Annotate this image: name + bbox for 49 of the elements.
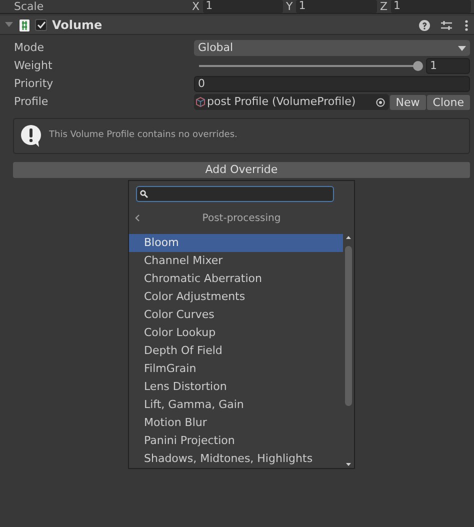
menu-item[interactable]: Color Adjustments — [129, 288, 343, 306]
mode-dropdown[interactable]: Global — [194, 40, 470, 56]
profile-button[interactable]: New — [390, 94, 426, 110]
menu-item[interactable]: Motion Blur — [129, 414, 343, 432]
popup-title: Post-processing — [202, 212, 281, 226]
field-label: Profile — [14, 94, 50, 110]
scrollbar-drawing[interactable] — [343, 234, 354, 468]
slider-thumb[interactable] — [413, 61, 423, 71]
number-field[interactable]: 1 — [426, 58, 470, 74]
menu-item[interactable]: Color Lookup — [129, 324, 343, 342]
object-picker-icon[interactable] — [376, 98, 385, 106]
menu-item[interactable]: Lens Distortion — [129, 378, 343, 396]
field-label: Mode — [14, 40, 45, 56]
object-field[interactable]: post Profile (VolumeProfile) — [194, 94, 389, 110]
help-message: This Volume Profile contains no overrides. — [49, 129, 238, 142]
menu-item[interactable]: Bloom — [129, 234, 343, 252]
field-label: Weight — [14, 58, 54, 74]
help-icon[interactable] — [419, 20, 430, 30]
menu-item[interactable]: Lift, Gamma, Gain — [129, 396, 343, 414]
script-icon — [19, 18, 30, 32]
field-label: Scale — [14, 1, 45, 13]
field-label: Priority — [14, 76, 54, 92]
caret-icon — [458, 46, 466, 50]
warning-icon — [20, 124, 42, 148]
enable-checkbox[interactable] — [35, 19, 47, 31]
add-override-button[interactable]: Add Override — [13, 162, 470, 178]
axis-label: X — [192, 0, 200, 12]
axis-label: Y — [286, 0, 293, 12]
menu-item[interactable]: Panini Projection — [129, 432, 343, 450]
number-field[interactable]: 1 — [202, 0, 284, 13]
menu-item[interactable]: Chromatic Aberration — [129, 270, 343, 288]
number-field[interactable]: 1 — [390, 0, 471, 13]
profile-button[interactable]: Clone — [426, 94, 470, 110]
menu-item[interactable]: Channel Mixer — [129, 252, 343, 270]
component-title: Volume — [52, 17, 102, 34]
number-field[interactable]: 0 — [194, 76, 470, 92]
number-field[interactable]: 1 — [296, 0, 377, 13]
menu-item[interactable]: FilmGrain — [129, 360, 343, 378]
axis-label: Z — [380, 0, 388, 12]
presets-icon[interactable] — [441, 20, 452, 30]
menu-item[interactable]: Color Curves — [129, 306, 343, 324]
menu-item[interactable]: Depth Of Field — [129, 342, 343, 360]
more-icon[interactable] — [465, 20, 468, 30]
back-icon[interactable] — [135, 214, 140, 222]
check-icon — [36, 21, 46, 29]
profile-icon — [196, 97, 205, 107]
search-icon — [140, 190, 148, 198]
search-field[interactable] — [136, 186, 334, 202]
menu-item[interactable]: Shadows, Midtones, Highlights — [129, 450, 343, 468]
